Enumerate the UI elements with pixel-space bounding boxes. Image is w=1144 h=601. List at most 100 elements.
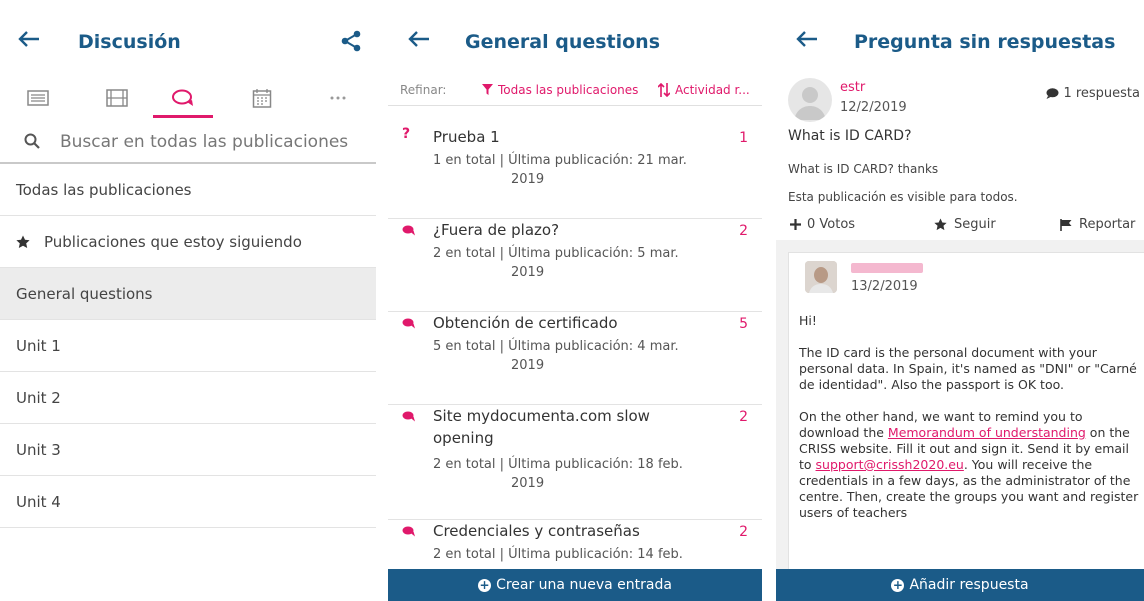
tab-bar: [0, 78, 376, 118]
back-arrow-icon[interactable]: [18, 30, 40, 48]
chat-icon: [402, 526, 415, 537]
thread-row[interactable]: Obtención de certificado 5 5 en total | Úl…: [388, 312, 762, 405]
back-arrow-icon[interactable]: [408, 30, 430, 48]
reply-count: 1 respuesta: [1046, 86, 1140, 101]
page-title: Discusión: [78, 31, 181, 53]
thread-count: 1: [739, 130, 748, 146]
response-paragraph: On the other hand, we want to remind you…: [799, 409, 1143, 521]
post-author[interactable]: estr: [840, 80, 865, 95]
back-arrow-icon[interactable]: [796, 30, 818, 48]
filter-dropdown[interactable]: Todas las publicaciones: [482, 83, 638, 97]
chat-icon: [172, 89, 193, 106]
thread-row[interactable]: ¿Fuera de plazo? 2 2 en total | Última pub…: [388, 219, 762, 312]
thread-count: 2: [739, 223, 748, 239]
sort-dropdown[interactable]: Actividad r...: [658, 82, 750, 97]
thread-meta-text: 2 en total | Última publicación: 5 mar.: [433, 246, 679, 261]
calendar-icon: [252, 89, 272, 108]
thread-meta-text: 2 en total | Última publicación: 14 feb.: [433, 547, 683, 562]
page-title: General questions: [465, 31, 661, 53]
report-label: Reportar: [1079, 217, 1136, 232]
refine-bar: Refinar: Todas las publicaciones Activid…: [388, 74, 762, 106]
filter-label: Todas las publicaciones: [16, 180, 192, 199]
avatar: [788, 78, 832, 122]
filter-unit-2[interactable]: Unit 2: [0, 372, 376, 424]
user-silhouette-icon: [794, 87, 826, 120]
plus-icon: [790, 219, 801, 230]
thread-title: ¿Fuera de plazo?: [433, 221, 560, 239]
filter-following[interactable]: Publicaciones que estoy siguiendo: [0, 216, 376, 268]
share-icon[interactable]: [340, 30, 362, 52]
tab-more[interactable]: [308, 78, 368, 118]
question-icon: ?: [402, 126, 411, 142]
response-body: Hi! The ID card is the personal document…: [799, 313, 1143, 537]
support-email-link[interactable]: support@crissh2020.eu: [816, 457, 964, 472]
post-subject: What is ID CARD?: [788, 128, 912, 144]
speech-bubble-icon: [1046, 88, 1059, 99]
response-date: 13/2/2019: [851, 279, 918, 294]
search-bar: [0, 120, 376, 164]
filter-label: General questions: [16, 284, 153, 303]
thread-meta-year: 2019: [511, 358, 545, 373]
header: General questions: [388, 0, 762, 78]
memorandum-link[interactable]: Memorandum of understanding: [888, 425, 1086, 440]
post-date: 12/2/2019: [840, 100, 907, 115]
tab-videos[interactable]: [87, 78, 147, 118]
thread-title: Obtención de certificado: [433, 314, 618, 332]
thread-meta: 2 en total | Última publicación: 18 feb.…: [433, 455, 713, 493]
general-questions-panel: General questions Refinar: Todas las pub…: [388, 0, 762, 601]
discussion-panel: Discusión Todas las publicaciones Public…: [0, 0, 376, 601]
new-post-button[interactable]: + Crear una nueva entrada: [388, 569, 762, 601]
flag-icon: [1060, 218, 1072, 231]
question-detail-panel: Pregunta sin respuestas estr 12/2/2019 1…: [776, 0, 1144, 601]
chat-icon: [402, 225, 415, 236]
filter-unit-3[interactable]: Unit 3: [0, 424, 376, 476]
thread-meta-text: 5 en total | Última publicación: 4 mar.: [433, 339, 679, 354]
thread-meta: 2 en total | Última publicación: 5 mar. 2…: [433, 244, 713, 282]
thread-row[interactable]: Site mydocumenta.com slow opening 2 2 en t…: [388, 405, 762, 520]
tab-discussion[interactable]: [153, 78, 213, 118]
post-body: What is ID CARD? thanks: [788, 162, 939, 176]
thread-count: 5: [739, 316, 748, 332]
plus-circle-icon: +: [478, 577, 492, 592]
filter-label: Publicaciones que estoy siguiendo: [44, 232, 302, 251]
thread-meta: 2 en total | Última publicación: 14 feb.: [433, 545, 713, 564]
filter-funnel-icon: [482, 84, 493, 95]
user-photo-icon: [805, 261, 837, 293]
thread-meta-text: 2 en total | Última publicación: 18 feb.: [433, 457, 683, 472]
filter-unit-4[interactable]: Unit 4: [0, 476, 376, 528]
filter-all-posts[interactable]: Todas las publicaciones: [0, 164, 376, 216]
thread-count: 2: [739, 524, 748, 540]
header: Pregunta sin respuestas: [776, 0, 1144, 78]
new-post-label: Crear una nueva entrada: [496, 577, 672, 593]
vote-button[interactable]: 0 Votos: [790, 217, 855, 232]
follow-label: Seguir: [954, 217, 996, 232]
add-reply-button[interactable]: + Añadir respuesta: [776, 569, 1144, 601]
thread-row[interactable]: ? Prueba 1 1 1 en total | Última publicació…: [388, 126, 762, 219]
report-button[interactable]: Reportar: [1060, 217, 1135, 232]
search-input[interactable]: [60, 129, 370, 155]
thread-meta-year: 2019: [511, 265, 545, 280]
filter-label: Unit 1: [16, 336, 61, 355]
thread-meta: 1 en total | Última publicación: 21 mar.…: [433, 151, 713, 189]
thread-title: Site mydocumenta.com slow opening: [433, 407, 650, 447]
avatar: [805, 261, 837, 293]
search-icon: [24, 133, 40, 149]
follow-button[interactable]: Seguir: [934, 217, 996, 232]
filter-label: Unit 3: [16, 440, 61, 459]
thread-meta: 5 en total | Última publicación: 4 mar. 2…: [433, 337, 713, 375]
chat-icon: [402, 318, 415, 329]
thread-title: Prueba 1: [433, 128, 500, 146]
filter-unit-1[interactable]: Unit 1: [0, 320, 376, 372]
votes-label: 0 Votos: [807, 217, 856, 232]
thread-count: 2: [739, 409, 748, 425]
sort-value: Actividad r...: [675, 82, 750, 97]
visibility-note: Esta publicación es visible para todos.: [788, 190, 1018, 204]
response-author-redacted: [851, 263, 923, 273]
tab-content[interactable]: [8, 78, 68, 118]
filter-value: Todas las publicaciones: [498, 82, 639, 97]
filter-general-questions[interactable]: General questions: [0, 268, 376, 320]
star-icon: [934, 218, 947, 231]
header: Discusión: [0, 0, 376, 78]
thread-meta-year: 2019: [511, 476, 545, 491]
tab-calendar[interactable]: [232, 78, 292, 118]
